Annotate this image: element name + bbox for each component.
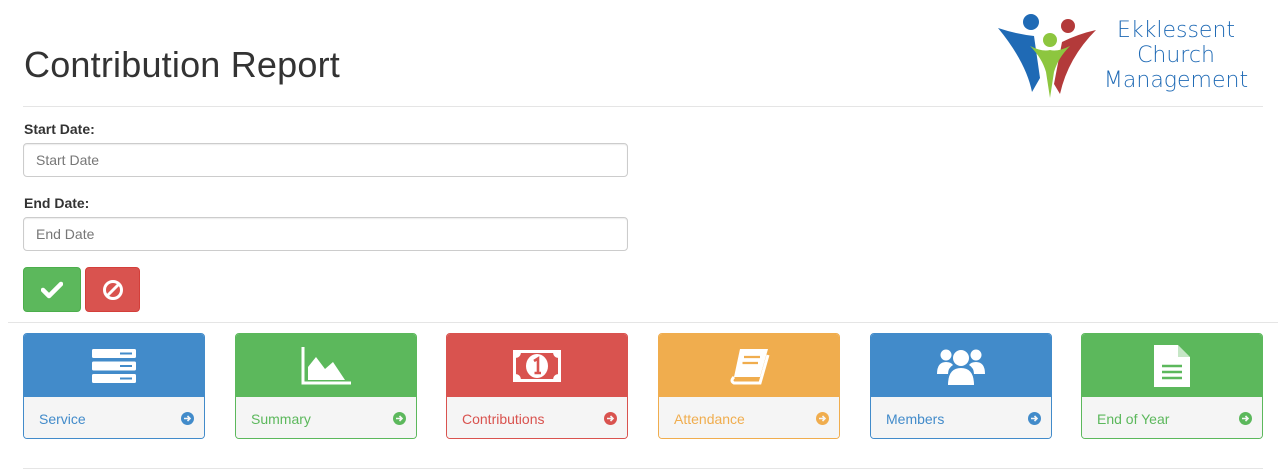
- tile-members-footer: Members: [871, 397, 1051, 438]
- tile-end-of-year-footer: End of Year: [1082, 397, 1262, 438]
- tile-members-label: Members: [886, 410, 945, 427]
- logo-line-3: Management: [1103, 68, 1249, 93]
- money-icon: [513, 349, 561, 382]
- area-chart-icon: [301, 346, 351, 384]
- server-icon: [92, 348, 136, 383]
- header-divider: [23, 106, 1263, 107]
- logo-line-1: Ekklessent: [1116, 18, 1236, 43]
- tile-service-label: Service: [39, 410, 86, 427]
- arrow-circle-right-icon: [393, 412, 406, 425]
- arrow-circle-right-icon: [604, 412, 617, 425]
- tile-summary[interactable]: Summary: [235, 333, 417, 439]
- tile-members-header: [871, 334, 1051, 397]
- church-logo: Ekklessent Church Management: [996, 12, 1258, 102]
- tile-service-header: [24, 334, 204, 397]
- logo-text: Ekklessent Church Management: [1096, 18, 1256, 93]
- tile-end-of-year-header: [1082, 334, 1262, 397]
- tile-end-of-year[interactable]: End of Year: [1081, 333, 1263, 439]
- arrow-circle-right-icon: [816, 412, 829, 425]
- tile-contributions-footer: Contributions: [447, 397, 627, 438]
- tile-service[interactable]: Service: [23, 333, 205, 439]
- ban-icon: [102, 279, 123, 300]
- start-date-input[interactable]: [23, 143, 628, 177]
- arrow-circle-right-icon: [1239, 412, 1252, 425]
- arrow-circle-right-icon: [181, 412, 194, 425]
- tile-summary-label: Summary: [251, 410, 311, 427]
- tile-attendance-header: [659, 334, 839, 397]
- tile-end-of-year-label: End of Year: [1097, 410, 1170, 427]
- arrow-circle-right-icon: [1028, 412, 1041, 425]
- tile-attendance-label: Attendance: [674, 410, 745, 427]
- tile-contributions[interactable]: Contributions: [446, 333, 628, 439]
- tile-members[interactable]: Members: [870, 333, 1052, 439]
- cancel-button[interactable]: [85, 267, 140, 312]
- page-title: Contribution Report: [24, 44, 340, 85]
- logo-line-2: Church: [1137, 43, 1215, 68]
- book-icon: [730, 348, 770, 384]
- tile-attendance[interactable]: Attendance: [658, 333, 840, 439]
- section-divider: [8, 322, 1278, 323]
- tile-contributions-header: [447, 334, 627, 397]
- start-date-label: Start Date:: [24, 121, 95, 137]
- tile-summary-header: [236, 334, 416, 397]
- footer-divider: [23, 468, 1263, 469]
- people-logo-icon: [998, 14, 1096, 98]
- tile-attendance-footer: Attendance: [659, 397, 839, 438]
- submit-button[interactable]: [23, 267, 81, 312]
- tile-summary-footer: Summary: [236, 397, 416, 438]
- users-icon: [937, 349, 985, 385]
- tile-contributions-label: Contributions: [462, 410, 545, 427]
- end-date-input[interactable]: [23, 217, 628, 251]
- check-icon: [41, 281, 63, 298]
- file-text-icon: [1154, 344, 1190, 387]
- tile-service-footer: Service: [24, 397, 204, 438]
- end-date-label: End Date:: [24, 195, 90, 211]
